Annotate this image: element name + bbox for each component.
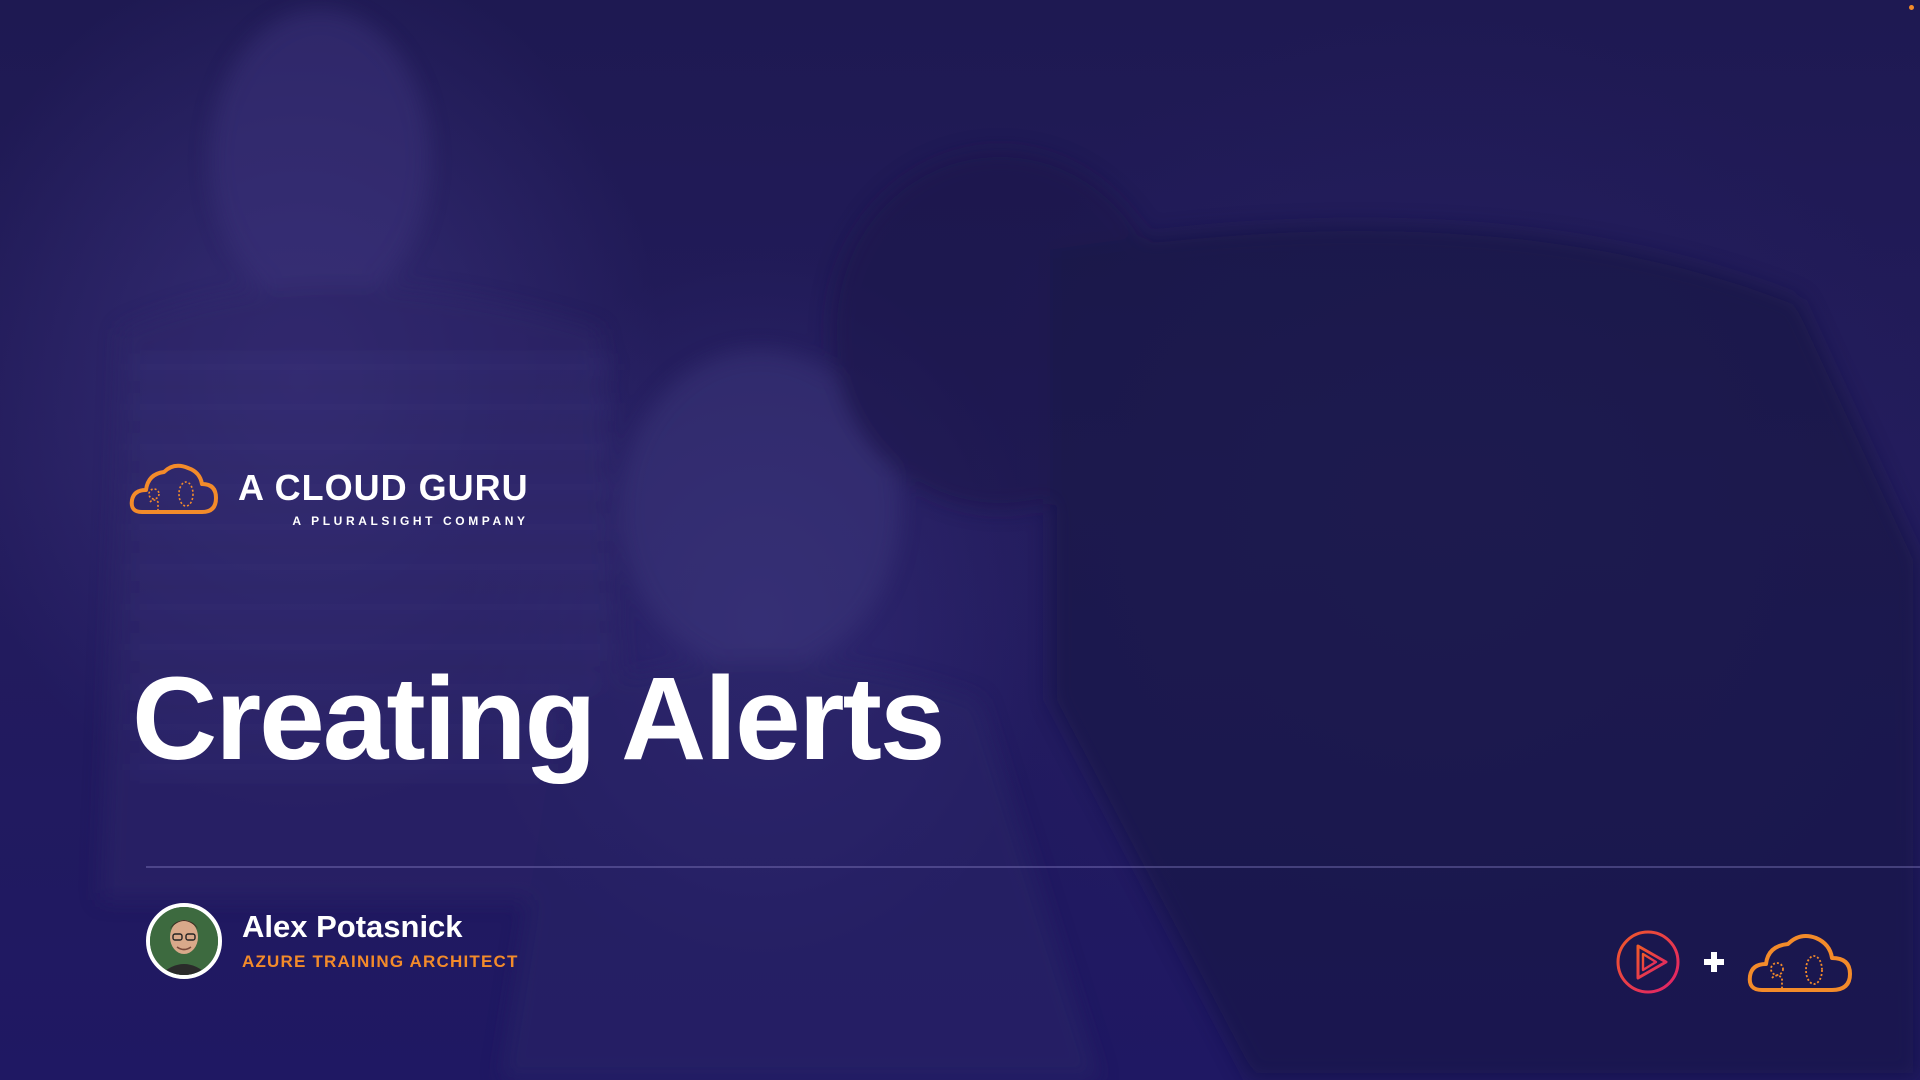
divider <box>146 866 1920 868</box>
plus-icon <box>1704 952 1724 972</box>
partner-logos <box>1614 928 1856 996</box>
cloud-guru-icon <box>1747 934 1852 992</box>
brand-tagline: A PLURALSIGHT COMPANY <box>292 514 529 528</box>
avatar <box>146 903 222 979</box>
title-slide: A CLOUD GURU A PLURALSIGHT COMPANY Creat… <box>0 0 1920 1080</box>
brand-name: A CLOUD GURU <box>238 467 529 508</box>
recording-indicator <box>1909 5 1914 10</box>
presenter-role: AZURE TRAINING ARCHITECT <box>242 952 519 972</box>
presenter-name: Alex Potasnick <box>242 908 463 944</box>
pluralsight-play-icon <box>1616 930 1680 994</box>
brand-logo: A CLOUD GURU A PLURALSIGHT COMPANY <box>128 458 529 528</box>
presenter-info: Alex Potasnick AZURE TRAINING ARCHITECT <box>146 903 519 979</box>
cloud-guru-icon <box>129 463 218 514</box>
slide-title: Creating Alerts <box>132 653 945 785</box>
